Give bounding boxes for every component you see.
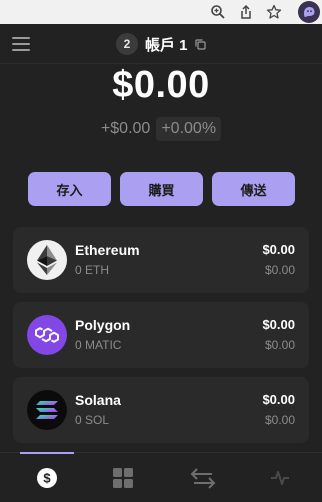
- activity-icon: [269, 467, 291, 489]
- wallet-icon: $: [36, 467, 58, 489]
- account-selector[interactable]: 2 帳戶 1: [116, 32, 206, 56]
- copy-icon[interactable]: [194, 38, 206, 50]
- menu-icon[interactable]: [12, 36, 32, 52]
- svg-text:$: $: [43, 471, 51, 486]
- swap-icon: [190, 467, 216, 489]
- token-amount: 0 MATIC: [75, 338, 122, 352]
- star-icon[interactable]: [264, 2, 284, 22]
- token-value: $0.00: [262, 317, 295, 332]
- token-row-solana[interactable]: Solana 0 SOL $0.00 $0.00: [13, 377, 309, 443]
- buy-button[interactable]: 購買: [120, 172, 203, 206]
- token-name: Polygon: [75, 317, 131, 333]
- ethereum-icon: [27, 240, 67, 280]
- extension-ghost-icon[interactable]: [298, 1, 320, 23]
- account-name: 帳戶 1: [145, 36, 188, 54]
- solana-icon: [27, 390, 67, 430]
- zoom-in-icon[interactable]: [208, 2, 228, 22]
- account-number-badge: 2: [116, 33, 138, 55]
- balance-change-percent: +0.00%: [156, 117, 222, 141]
- token-change: $0.00: [264, 338, 295, 352]
- token-name: Ethereum: [75, 242, 140, 258]
- token-row-polygon[interactable]: Polygon 0 MATIC $0.00 $0.00: [13, 302, 309, 368]
- token-amount: 0 ETH: [75, 263, 110, 277]
- token-amount: 0 SOL: [75, 413, 110, 427]
- balance-change: +$0.00 +0.00%: [0, 117, 322, 141]
- token-row-ethereum[interactable]: Ethereum 0 ETH $0.00 $0.00: [13, 227, 309, 293]
- token-name: Solana: [75, 392, 121, 408]
- token-change: $0.00: [264, 413, 295, 427]
- token-value: $0.00: [262, 242, 295, 257]
- total-balance: $0.00: [112, 64, 210, 106]
- balance-change-amount: +$0.00: [100, 120, 151, 137]
- bottom-nav: $: [0, 452, 322, 502]
- send-button[interactable]: 傳送: [212, 172, 295, 206]
- action-buttons: 存入 購買 傳送: [28, 172, 295, 206]
- polygon-icon: [27, 315, 67, 355]
- nav-wallet[interactable]: $: [7, 453, 87, 502]
- nav-collectibles[interactable]: [83, 453, 163, 502]
- token-value: $0.00: [262, 392, 295, 407]
- deposit-button[interactable]: 存入: [28, 172, 111, 206]
- browser-toolbar: [0, 0, 322, 24]
- app-header: 2 帳戶 1: [0, 24, 322, 64]
- nav-activity[interactable]: [240, 453, 320, 502]
- collectibles-icon: [113, 468, 133, 488]
- nav-swap[interactable]: [163, 453, 243, 502]
- token-change: $0.00: [264, 263, 295, 277]
- share-icon[interactable]: [236, 2, 256, 22]
